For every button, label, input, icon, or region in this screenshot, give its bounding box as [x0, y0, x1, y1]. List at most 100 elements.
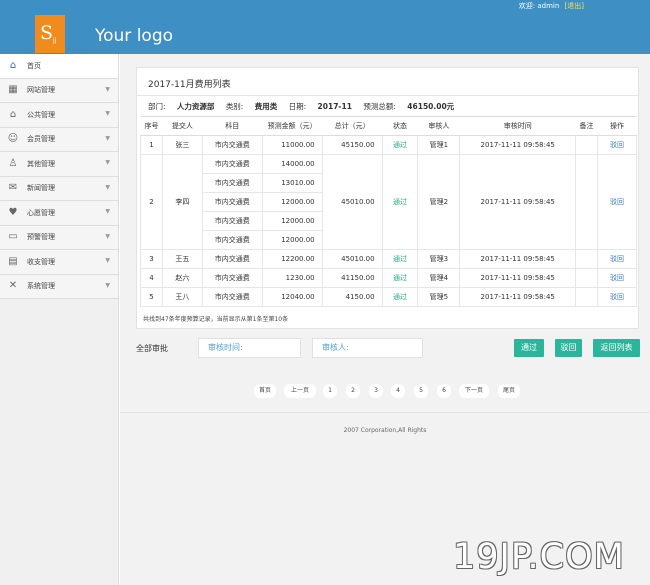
pager-page[interactable]: 3 — [369, 384, 383, 398]
logo-sub: jj — [53, 37, 57, 44]
back-to-list-button[interactable]: 返回列表 — [593, 339, 640, 357]
pager-page[interactable]: 4 — [391, 384, 405, 398]
sidebar-item-alert[interactable]: ▭ 预警管理 ▼ — [0, 225, 118, 250]
cell-reviewer: 管理3 — [417, 249, 461, 269]
cell-reviewer: 管理4 — [417, 268, 461, 288]
review-time-input[interactable]: 审核时间: — [198, 338, 301, 358]
pager-next[interactable]: 下一页 — [459, 384, 489, 398]
batch-approve-label: 全部审批 — [136, 344, 168, 353]
table-row: 3 王五 市内交通费 12200.00 45010.00 通过 管理3 2017… — [140, 249, 637, 269]
record-count-note: 共找到47条年度预算记录，当前显示从第1条至第10条 — [143, 316, 289, 323]
cell-subject: 市内交通费 — [201, 287, 263, 307]
cell-time: 2017-11-11 09:58:45 — [459, 249, 577, 269]
sidebar-item-label: 其他管理 — [27, 159, 55, 168]
welcome-label: 欢迎: — [518, 2, 536, 10]
date-value: 2017-11 — [317, 102, 352, 111]
cell-reviewer: 管理5 — [417, 287, 461, 307]
reject-link[interactable]: 驳回 — [597, 287, 637, 307]
heart-icon: ♥ — [8, 206, 18, 218]
cell-note — [575, 287, 599, 307]
cell-status: 通过 — [381, 268, 419, 288]
logo-text[interactable]: Your logo — [95, 26, 173, 46]
sidebar-item-finance[interactable]: ▤ 收支管理 ▼ — [0, 250, 118, 275]
sidebar-item-label: 系统管理 — [27, 282, 55, 291]
reviewer-input[interactable]: 审核人: — [312, 338, 423, 358]
type-label: 类别: — [225, 102, 244, 111]
type-value: 费用类 — [254, 102, 278, 111]
table-row: 2 李四 市内交通费 14000.00 45010.00 通过 管理2 2017… — [140, 154, 637, 250]
expense-table: 序号 提交人 科目 预测金额（元） 总计（元） 状态 审核人 审核时间 备注 操… — [140, 116, 637, 307]
sidebar-item-home[interactable]: ⌂ 首页 — [0, 54, 118, 79]
cell-amount: 12000.00 — [261, 230, 323, 250]
col-header: 操作 — [597, 116, 637, 136]
logo-badge[interactable]: S jj — [35, 15, 65, 53]
sidebar: ⌂ 首页 ▦ 网站管理 ▼ ⌂ 公共管理 ▼ ☺ 会员管理 ▼ ♙ 其他管理 ▼… — [0, 54, 119, 585]
cell-submitter: 李四 — [161, 154, 203, 250]
cell-no: 5 — [140, 287, 163, 307]
pager-prev[interactable]: 上一页 — [284, 384, 316, 398]
copyright-text: 2007 Corporation,All Rights — [343, 427, 427, 434]
pager-first[interactable]: 首页 — [254, 384, 276, 398]
pager-page[interactable]: 6 — [437, 384, 451, 398]
sidebar-item-other[interactable]: ♙ 其他管理 ▼ — [0, 152, 118, 177]
cell-no: 4 — [140, 268, 163, 288]
pager-page[interactable]: 5 — [414, 384, 428, 398]
pager-last[interactable]: 尾页 — [498, 384, 520, 398]
cell-no: 1 — [140, 135, 163, 155]
cell-subject: 市内交通费 — [201, 135, 263, 155]
monitor-icon: ▭ — [8, 231, 18, 243]
budget-label: 预测总额: — [363, 102, 396, 111]
cell-subject: 市内交通费 — [201, 211, 263, 231]
pager-page[interactable]: 2 — [346, 384, 360, 398]
cell-amount: 12040.00 — [261, 287, 323, 307]
dept-label: 部门: — [148, 102, 166, 111]
cell-subject: 市内交通费 — [201, 192, 263, 212]
home-icon: ⌂ — [9, 59, 17, 71]
cell-amount: 12000.00 — [261, 211, 323, 231]
reject-button[interactable]: 驳回 — [555, 339, 582, 357]
person-icon: ♙ — [8, 157, 18, 169]
sidebar-item-system[interactable]: ✕ 系统管理 ▼ — [0, 274, 118, 299]
cell-note — [575, 268, 599, 288]
reject-link[interactable]: 驳回 — [597, 154, 637, 250]
sidebar-item-wish[interactable]: ♥ 心愿管理 ▼ — [0, 201, 118, 226]
cell-amount: 1230.00 — [261, 268, 323, 288]
cell-submitter: 赵六 — [161, 268, 203, 288]
username: admin — [537, 2, 560, 10]
chevron-down-icon: ▼ — [105, 134, 110, 142]
col-header: 审核时间 — [459, 116, 576, 136]
cell-total: 45010.00 — [321, 154, 383, 250]
cell-subject: 市内交通费 — [201, 268, 263, 288]
logout-link[interactable]: [退出] — [565, 2, 584, 10]
cell-subject: 市内交通费 — [201, 173, 263, 193]
approve-button[interactable]: 通过 — [514, 339, 544, 357]
cell-submitter: 王八 — [161, 287, 203, 307]
cell-no: 3 — [140, 249, 163, 269]
page-title: 2017-11月费用列表 — [148, 80, 231, 90]
cell-amount: 11000.00 — [261, 135, 323, 155]
sidebar-item-label: 新闻管理 — [27, 184, 55, 193]
sidebar-item-label: 收支管理 — [27, 257, 55, 266]
col-header: 提交人 — [162, 116, 203, 136]
reject-link[interactable]: 驳回 — [597, 249, 637, 269]
reject-link[interactable]: 驳回 — [597, 268, 637, 288]
grid-icon: ▦ — [8, 84, 18, 96]
divider — [137, 95, 638, 96]
header-bar: S jj Your logo 欢迎: admin [退出] — [0, 0, 650, 54]
logo-letter: S — [40, 22, 54, 44]
col-header: 预测金额（元） — [262, 116, 323, 136]
table-row: 1 张三 市内交通费 11000.00 45150.00 通过 管理1 2017… — [140, 135, 637, 155]
sidebar-item-members[interactable]: ☺ 会员管理 ▼ — [0, 127, 118, 152]
col-header: 状态 — [382, 116, 418, 136]
pager-page[interactable]: 1 — [323, 384, 337, 398]
house-icon: ⌂ — [9, 108, 17, 120]
cell-time: 2017-11-11 09:58:45 — [459, 135, 577, 155]
sidebar-item-public[interactable]: ⌂ 公共管理 ▼ — [0, 103, 118, 128]
col-header: 审核人 — [417, 116, 460, 136]
sidebar-item-site[interactable]: ▦ 网站管理 ▼ — [0, 78, 118, 103]
reject-link[interactable]: 驳回 — [597, 135, 637, 155]
cell-status: 通过 — [381, 135, 419, 155]
sidebar-item-news[interactable]: ✉ 新闻管理 ▼ — [0, 176, 118, 201]
cell-reviewer: 管理2 — [417, 154, 461, 250]
table-header-row: 序号 提交人 科目 预测金额（元） 总计（元） 状态 审核人 审核时间 备注 操… — [140, 116, 637, 136]
